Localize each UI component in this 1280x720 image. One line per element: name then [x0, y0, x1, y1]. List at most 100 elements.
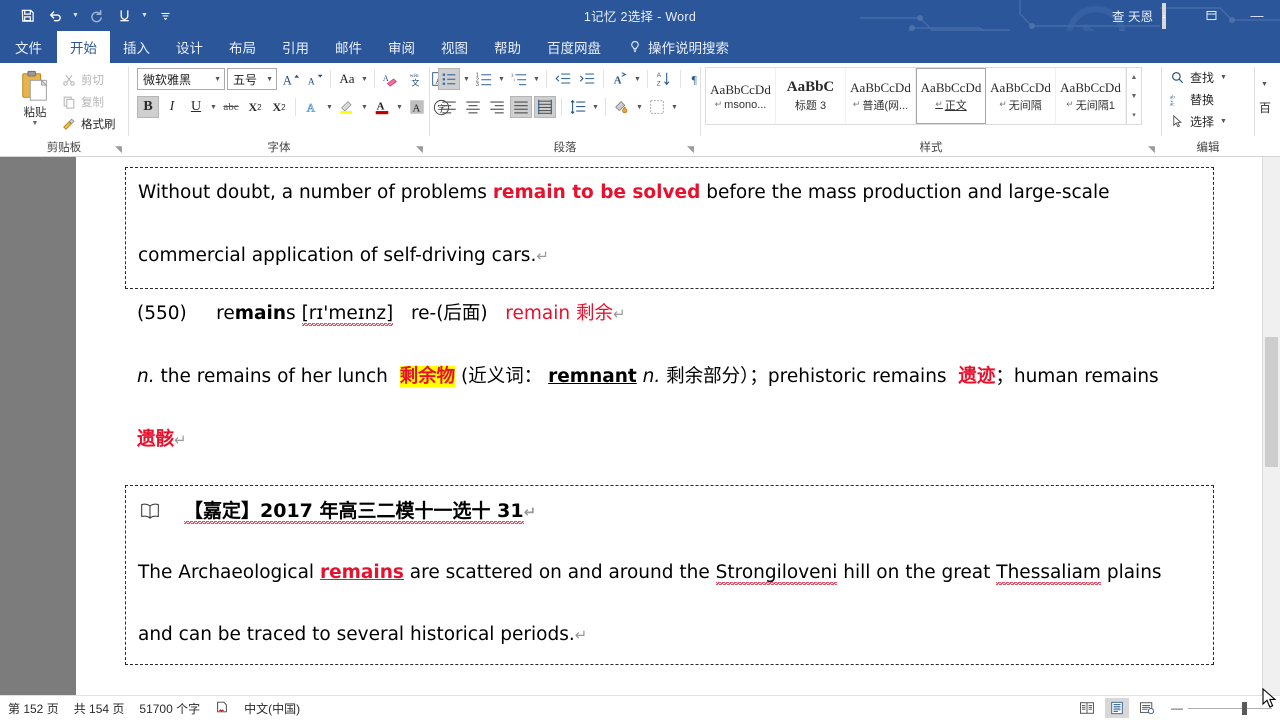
read-mode-button[interactable] [1075, 698, 1099, 718]
paragraph-dialog-launcher[interactable]: ◥ [685, 144, 696, 155]
tab-view[interactable]: 视图 [428, 31, 481, 63]
bold-button[interactable]: B [137, 96, 159, 118]
tab-help[interactable]: 帮助 [481, 31, 534, 63]
find-dropdown-icon[interactable]: ▼ [1219, 74, 1228, 81]
document-page[interactable]: Without doubt, a number of problems rema… [76, 157, 1262, 695]
highlight-icon[interactable] [336, 96, 358, 118]
paste-button[interactable]: 粘贴 ▼ [8, 67, 62, 128]
undo-icon[interactable] [42, 4, 68, 28]
tab-home[interactable]: 开始 [57, 31, 110, 63]
tab-file[interactable]: 文件 [0, 31, 57, 63]
textbox-example[interactable]: 【嘉定】2017 年高三二模十一选十 31↵ The Archaeologica… [125, 485, 1214, 665]
style-item-heading3[interactable]: AaBbC 标题 3 [776, 68, 846, 124]
shading-dropdown-icon[interactable]: ▼ [635, 104, 644, 111]
word-count[interactable]: 51700 个字 [139, 700, 200, 717]
sort-icon[interactable]: AZ [653, 68, 675, 90]
borders-dropdown-icon[interactable]: ▼ [670, 104, 679, 111]
save-icon[interactable] [14, 4, 40, 28]
italic-button[interactable]: I [161, 96, 183, 118]
gallery-more-icon[interactable]: ▾ [1132, 106, 1136, 123]
customize-toolbar-icon[interactable] [152, 4, 178, 28]
language-indicator[interactable]: 中文(中国) [244, 700, 300, 717]
replace-button[interactable]: ab ac 替换 [1170, 89, 1214, 110]
font-name-combo[interactable]: 微软雅黑 ▼ [137, 68, 225, 90]
underline-options-dropdown-icon[interactable]: ▼ [209, 104, 218, 111]
decrease-indent-icon[interactable] [552, 68, 574, 90]
tab-references[interactable]: 引用 [269, 31, 322, 63]
change-case-button[interactable]: Aa [336, 68, 358, 90]
font-color-button[interactable]: A [371, 96, 393, 118]
line-spacing-icon[interactable] [567, 96, 589, 118]
style-item-msono[interactable]: AaBbCcDd ↵ msono... [706, 68, 776, 124]
proofing-errors-icon[interactable] [215, 700, 229, 717]
select-dropdown-icon[interactable]: ▼ [1219, 118, 1228, 125]
text-effects-button[interactable]: A [301, 96, 323, 118]
shading-icon[interactable] [611, 96, 633, 118]
format-painter-button[interactable]: 格式刷 [62, 114, 120, 134]
underline-dropdown-icon[interactable]: ▼ [139, 4, 150, 28]
zoom-out-button[interactable]: — [1171, 701, 1183, 715]
zoom-track[interactable] [1188, 701, 1272, 715]
style-item-no-spacing-1[interactable]: AaBbCcDd ↵ 无间隔1 [1056, 68, 1126, 124]
undo-dropdown-icon[interactable]: ▼ [70, 4, 81, 28]
justify-icon[interactable] [510, 96, 532, 118]
font-dialog-launcher[interactable]: ◥ [414, 144, 425, 155]
change-case-dropdown-icon[interactable]: ▼ [360, 76, 369, 83]
vertical-scrollbar[interactable] [1262, 157, 1280, 695]
grow-font-button[interactable]: A [279, 68, 301, 90]
asian-layout-dropdown-icon[interactable]: ▼ [633, 76, 642, 83]
textbox-without-doubt[interactable]: Without doubt, a number of problems rema… [125, 167, 1214, 289]
web-layout-button[interactable] [1135, 698, 1159, 718]
character-shading-button[interactable]: A [406, 96, 428, 118]
zoom-knob[interactable] [1242, 701, 1247, 715]
multilevel-dropdown-icon[interactable]: ▼ [532, 76, 541, 83]
minimize-button[interactable]: — [1234, 0, 1280, 31]
text-effects-dropdown-icon[interactable]: ▼ [325, 104, 334, 111]
tab-baidu-netdisk[interactable]: 百度网盘 [534, 31, 614, 63]
tell-me-search[interactable]: 操作说明搜索 [614, 31, 729, 63]
tab-mailings[interactable]: 邮件 [322, 31, 375, 63]
numbering-dropdown-icon[interactable]: ▼ [497, 76, 506, 83]
account-name[interactable]: 查 天恩 [1112, 6, 1153, 25]
clipboard-dialog-launcher[interactable]: ◥ [113, 144, 124, 155]
multilevel-list-icon[interactable]: 1 i · [508, 68, 530, 90]
gallery-scroll-down-icon[interactable]: ▼ [1131, 88, 1138, 105]
avatar[interactable] [1162, 2, 1188, 29]
align-right-icon[interactable] [486, 96, 508, 118]
page-number[interactable]: 第 152 页 [8, 700, 59, 717]
copy-button[interactable]: 复制 [62, 92, 120, 112]
print-layout-button[interactable] [1105, 698, 1129, 718]
tab-design[interactable]: 设计 [163, 31, 216, 63]
align-center-icon[interactable] [462, 96, 484, 118]
font-size-combo[interactable]: 五号 ▼ [227, 68, 277, 90]
increase-indent-icon[interactable] [576, 68, 598, 90]
asian-layout-icon[interactable]: A [609, 68, 631, 90]
phonetic-guide-button[interactable]: wén 文 [404, 68, 426, 90]
styles-dialog-launcher[interactable]: ◥ [1146, 144, 1157, 155]
redo-icon[interactable] [83, 4, 109, 28]
numbered-list-icon[interactable]: 1 2 3 [473, 68, 495, 90]
line-spacing-dropdown-icon[interactable]: ▼ [591, 104, 600, 111]
underline-button[interactable]: U [185, 96, 207, 118]
distribute-icon[interactable] [534, 96, 556, 118]
clear-formatting-icon[interactable]: A [380, 68, 402, 90]
borders-icon[interactable] [646, 96, 668, 118]
scrollbar-thumb[interactable] [1265, 337, 1278, 467]
tab-layout[interactable]: 布局 [216, 31, 269, 63]
tab-insert[interactable]: 插入 [110, 31, 163, 63]
partial-dropdown-icon[interactable]: ▼ [1261, 81, 1268, 88]
gallery-scroll-up-icon[interactable]: ▲ [1131, 69, 1138, 86]
find-button[interactable]: 查找 ▼ [1170, 67, 1228, 88]
underline-icon[interactable] [111, 4, 137, 28]
font-color-dropdown-icon[interactable]: ▼ [395, 104, 404, 111]
select-button[interactable]: 选择 ▼ [1170, 111, 1228, 132]
style-item-no-spacing[interactable]: AaBbCcDd ↵ 无间隔 [986, 68, 1056, 124]
highlight-dropdown-icon[interactable]: ▼ [360, 104, 369, 111]
zoom-slider[interactable]: — [1171, 701, 1272, 715]
shrink-font-button[interactable]: A [303, 68, 325, 90]
bullet-list-icon[interactable] [438, 68, 460, 90]
ribbon-display-options-icon[interactable] [1188, 0, 1234, 31]
paste-dropdown-icon[interactable]: ▼ [32, 120, 39, 128]
bullet-dropdown-icon[interactable]: ▼ [462, 76, 471, 83]
subscript-button[interactable]: X2 [244, 96, 266, 118]
